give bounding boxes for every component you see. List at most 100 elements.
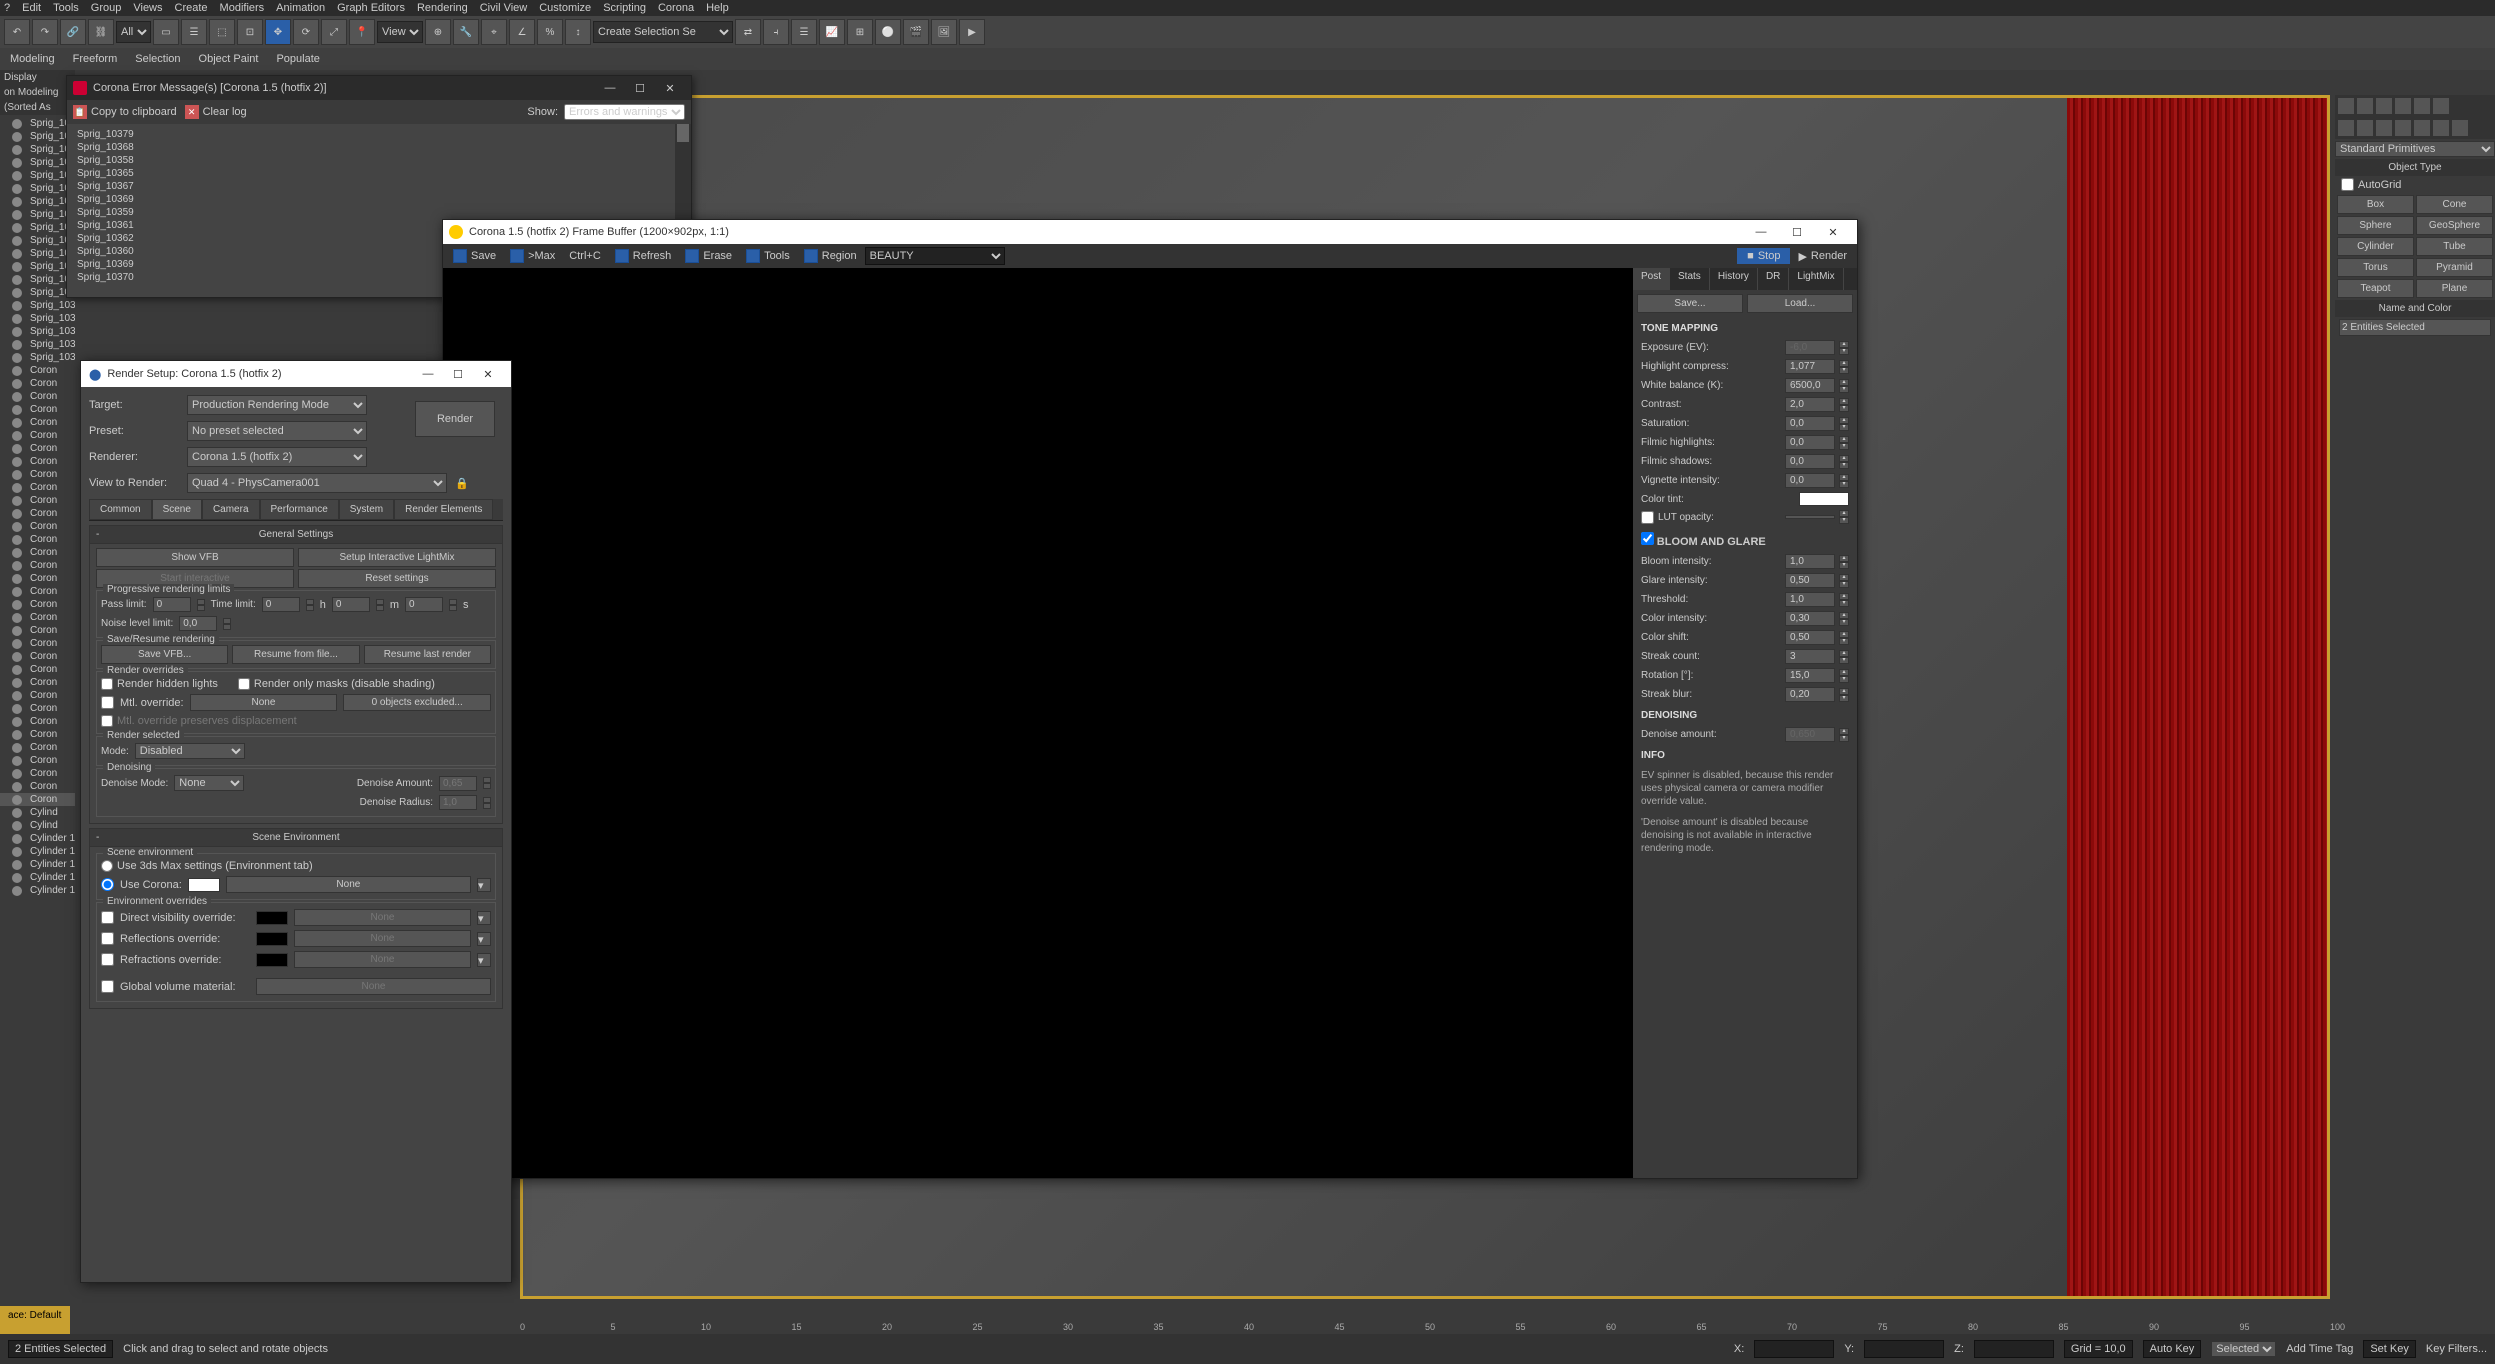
tab-history[interactable]: History xyxy=(1710,268,1758,290)
direct-swatch[interactable] xyxy=(256,911,288,925)
exposure-spinner[interactable]: ▴▾ xyxy=(1839,341,1849,355)
tree-item[interactable]: Sprig_10371 xyxy=(0,273,75,286)
masks-only-checkbox[interactable] xyxy=(238,678,250,690)
region-button[interactable]: Region xyxy=(798,249,863,263)
ribbon-tab[interactable]: Populate xyxy=(276,53,319,65)
excluded-button[interactable]: 0 objects excluded... xyxy=(343,694,491,711)
setup-lightmix-button[interactable]: Setup Interactive LightMix xyxy=(298,548,496,567)
corona-map-dd[interactable]: ▾ xyxy=(477,878,491,892)
streak-spinner[interactable]: ▴▾ xyxy=(1839,650,1849,664)
refl-checkbox[interactable] xyxy=(101,932,114,945)
crossing-button[interactable]: ⊡ xyxy=(237,19,263,45)
selection-set-dropdown[interactable]: Create Selection Se xyxy=(593,21,733,43)
tree-item[interactable]: Coron xyxy=(0,728,75,741)
menu-item[interactable]: Group xyxy=(91,2,122,14)
global-map[interactable]: None xyxy=(256,978,491,995)
layers-button[interactable]: ☰ xyxy=(791,19,817,45)
rs-titlebar[interactable]: ⬤ Render Setup: Corona 1.5 (hotfix 2) — … xyxy=(81,361,511,387)
tree-item[interactable]: Sprig_10372 xyxy=(0,286,75,299)
use-3ds-radio[interactable] xyxy=(101,860,113,872)
modify-tab[interactable] xyxy=(2356,97,2374,115)
highlight-value[interactable]: 1,077 xyxy=(1785,359,1835,374)
tree-item[interactable]: Sprig_10361 xyxy=(0,208,75,221)
cshift-spinner[interactable]: ▴▾ xyxy=(1839,631,1849,645)
primitive-button[interactable]: Cone xyxy=(2416,195,2493,214)
display-tab[interactable] xyxy=(2413,97,2431,115)
vignette-value[interactable]: 0,0 xyxy=(1785,473,1835,488)
tab-dr[interactable]: DR xyxy=(1758,268,1789,290)
schematic-button[interactable]: ⊞ xyxy=(847,19,873,45)
wb-value[interactable]: 6500,0 xyxy=(1785,378,1835,393)
tree-item[interactable]: Sprig_10360 xyxy=(0,234,75,247)
direct-map[interactable]: None xyxy=(294,909,471,926)
close-button[interactable]: ✕ xyxy=(655,82,685,95)
tree-item[interactable]: Coron xyxy=(0,585,75,598)
denoise-value[interactable]: 0,650 xyxy=(1785,727,1835,742)
timeline-ticks[interactable]: 0510152025303540455055606570758085909510… xyxy=(520,1306,2330,1334)
save-button[interactable]: Save xyxy=(447,249,502,263)
threshold-spinner[interactable]: ▴▾ xyxy=(1839,593,1849,607)
hierarchy-tab[interactable] xyxy=(2375,97,2393,115)
time-s[interactable]: 0 xyxy=(405,597,443,612)
motion-tab[interactable] xyxy=(2394,97,2412,115)
scene-tree[interactable]: Sprig_10379Sprig_10368Sprig_10358Sprig_1… xyxy=(0,115,75,899)
denoise-spinner[interactable]: ▴▾ xyxy=(1839,728,1849,742)
tree-item[interactable]: Sprig_10362 xyxy=(0,221,75,234)
tree-item[interactable]: Sprig_10375 xyxy=(0,325,75,338)
tab-post[interactable]: Post xyxy=(1633,268,1670,290)
filmic-s-value[interactable]: 0,0 xyxy=(1785,454,1835,469)
denoise-radius[interactable]: 1,0 xyxy=(439,795,477,810)
select-name-button[interactable]: ☰ xyxy=(181,19,207,45)
corona-swatch[interactable] xyxy=(188,878,220,892)
lut-spinner[interactable]: ▴▾ xyxy=(1839,510,1849,524)
place-button[interactable]: 📍 xyxy=(349,19,375,45)
tree-item[interactable]: Coron xyxy=(0,468,75,481)
resume-last-button[interactable]: Resume last render xyxy=(364,645,491,664)
tree-item[interactable]: Coron xyxy=(0,741,75,754)
filmic-h-value[interactable]: 0,0 xyxy=(1785,435,1835,450)
timeline[interactable]: 0510152025303540455055606570758085909510… xyxy=(520,1306,2330,1334)
refl-swatch[interactable] xyxy=(256,932,288,946)
tree-item[interactable]: Sprig_10370 xyxy=(0,260,75,273)
renderer-dropdown[interactable]: Corona 1.5 (hotfix 2) xyxy=(187,447,367,467)
ribbon-tab[interactable]: Freeform xyxy=(73,53,118,65)
menu-item[interactable]: Create xyxy=(175,2,208,14)
tree-item[interactable]: Coron xyxy=(0,702,75,715)
bloom-checkbox[interactable] xyxy=(1641,532,1654,545)
refl-dd[interactable]: ▾ xyxy=(477,932,491,946)
percent-snap-button[interactable]: % xyxy=(537,19,563,45)
vignette-spinner[interactable]: ▴▾ xyxy=(1839,474,1849,488)
menu-item[interactable]: Corona xyxy=(658,2,694,14)
wb-spinner[interactable]: ▴▾ xyxy=(1839,379,1849,393)
tree-item[interactable]: Coron xyxy=(0,377,75,390)
saturation-spinner[interactable]: ▴▾ xyxy=(1839,417,1849,431)
mode-dropdown[interactable]: Disabled xyxy=(135,743,245,759)
lut-value[interactable] xyxy=(1785,515,1835,519)
cameras-tab[interactable] xyxy=(2394,119,2412,137)
contrast-spinner[interactable]: ▴▾ xyxy=(1839,398,1849,412)
saturation-value[interactable]: 0,0 xyxy=(1785,416,1835,431)
save-settings-button[interactable]: Save... xyxy=(1637,294,1743,313)
erase-button[interactable]: Erase xyxy=(679,249,738,263)
tree-item[interactable]: Cylinder 1 xyxy=(0,884,75,897)
setkey-button[interactable]: Set Key xyxy=(2363,1340,2416,1358)
tree-item[interactable]: Coron xyxy=(0,611,75,624)
tree-item[interactable]: Coron xyxy=(0,793,75,806)
tree-item[interactable]: Coron xyxy=(0,650,75,663)
cint-spinner[interactable]: ▴▾ xyxy=(1839,612,1849,626)
tree-item[interactable]: Coron xyxy=(0,533,75,546)
primitive-button[interactable]: Teapot xyxy=(2337,279,2414,298)
hidden-lights-checkbox[interactable] xyxy=(101,678,113,690)
keymode-dropdown[interactable]: Selected xyxy=(2211,1341,2276,1357)
angle-snap-button[interactable]: ∠ xyxy=(509,19,535,45)
stop-button[interactable]: ■Stop xyxy=(1737,248,1790,264)
scale-button[interactable]: ⤢ xyxy=(321,19,347,45)
close-button[interactable]: ✕ xyxy=(473,368,503,381)
preset-dropdown[interactable]: No preset selected xyxy=(187,421,367,441)
undo-button[interactable]: ↶ xyxy=(4,19,30,45)
warps-tab[interactable] xyxy=(2432,119,2450,137)
systems-tab[interactable] xyxy=(2451,119,2469,137)
category-dropdown[interactable]: Standard Primitives xyxy=(2335,141,2495,157)
minimize-button[interactable]: — xyxy=(595,82,625,95)
refresh-button[interactable]: Refresh xyxy=(609,249,678,263)
